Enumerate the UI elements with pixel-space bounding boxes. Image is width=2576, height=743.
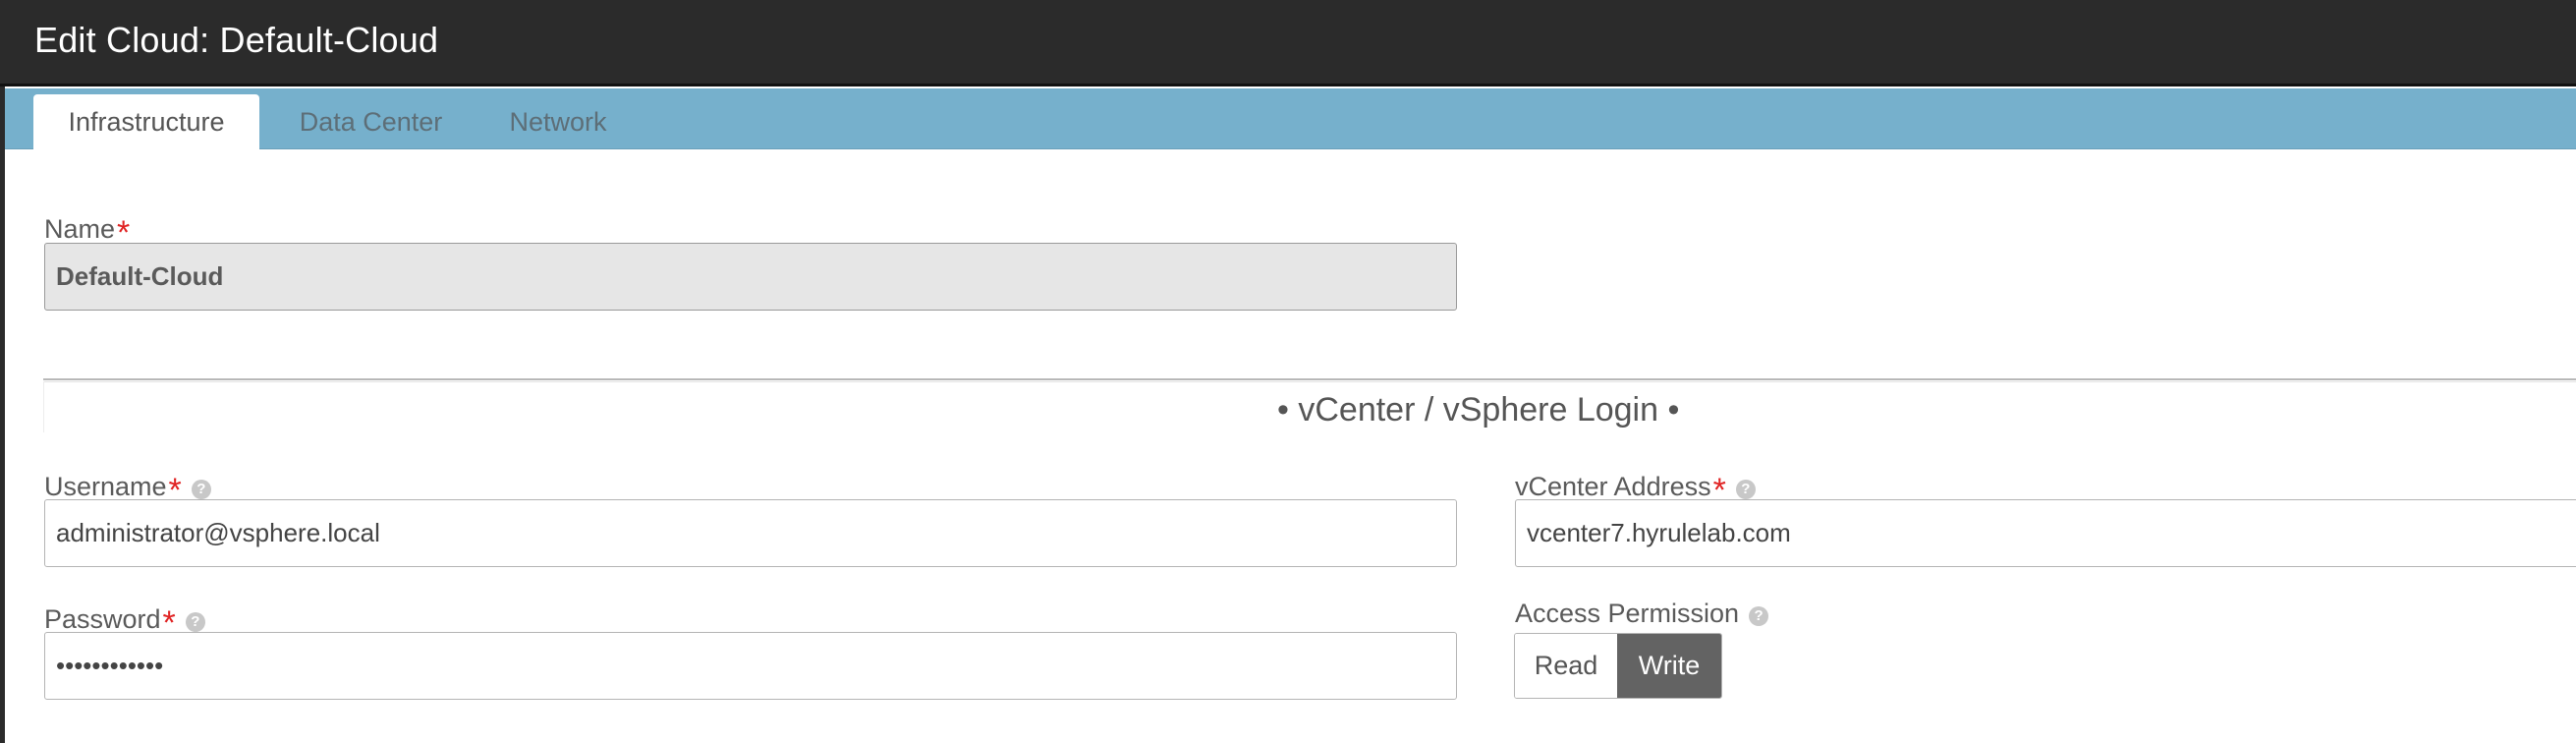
vcenter-address-input[interactable]: vcenter7.hyrulelab.com <box>1515 499 2576 567</box>
access-permission-label-wrap: Access Permission? <box>1515 599 1769 629</box>
name-field[interactable]: Default-Cloud <box>44 243 1457 311</box>
help-icon[interactable]: ? <box>1735 480 1756 499</box>
read-option-button[interactable]: Read <box>1515 634 1617 698</box>
name-value: Default-Cloud <box>56 261 224 291</box>
tab-data-center[interactable]: Data Center <box>265 94 476 149</box>
section-divider <box>43 378 2576 382</box>
access-permission-toggle: Read Write <box>1514 633 1722 699</box>
username-input[interactable]: administrator@vsphere.local <box>44 499 1457 567</box>
section-title: • vCenter / vSphere Login • <box>1277 391 1680 429</box>
name-label-wrap: Name* <box>44 208 130 252</box>
password-label: Password <box>44 604 161 634</box>
username-label: Username <box>44 472 167 501</box>
modal-header: Edit Cloud: Default-Cloud <box>0 0 2576 86</box>
vcenter-address-value: vcenter7.hyrulelab.com <box>1527 518 1791 547</box>
password-value: •••••••••••• <box>56 651 164 680</box>
username-value: administrator@vsphere.local <box>56 518 380 547</box>
help-icon[interactable]: ? <box>191 480 211 499</box>
name-label: Name <box>44 214 116 244</box>
tab-infrastructure[interactable]: Infrastructure <box>33 94 259 149</box>
help-icon[interactable]: ? <box>185 612 205 632</box>
vcenter-address-label: vCenter Address <box>1515 472 1711 501</box>
tab-bar: Infrastructure Data Center Network <box>5 88 2576 149</box>
write-option-button[interactable]: Write <box>1617 634 1721 698</box>
section-divider-edge <box>43 381 44 432</box>
tab-network[interactable]: Network <box>484 94 632 149</box>
left-edge <box>0 86 5 743</box>
help-icon[interactable]: ? <box>1749 606 1769 626</box>
modal-title: Edit Cloud: Default-Cloud <box>34 20 439 60</box>
access-permission-label: Access Permission <box>1515 599 1740 628</box>
password-input[interactable]: •••••••••••• <box>44 632 1457 700</box>
